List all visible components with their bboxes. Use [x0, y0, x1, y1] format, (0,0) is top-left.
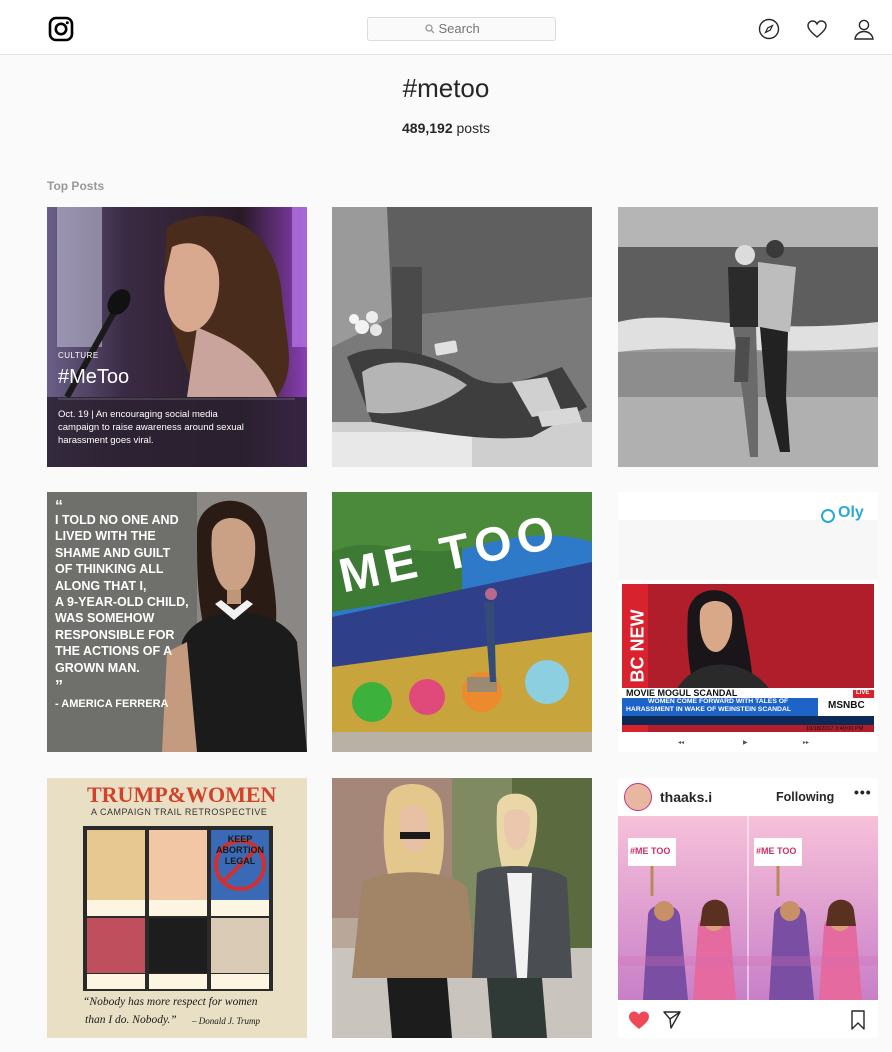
- search-box[interactable]: [367, 17, 556, 41]
- sign-text-left: #ME TOO: [630, 846, 671, 856]
- quote-line: GROWN MAN.: [55, 660, 140, 675]
- top-posts-label: Top Posts: [47, 179, 105, 193]
- username[interactable]: thaaks.i: [660, 789, 712, 805]
- caption-line: harassment goes viral.: [58, 435, 154, 446]
- post-image-9: [618, 816, 878, 1000]
- sign-line: ABORTION: [216, 845, 264, 855]
- heart-filled-icon[interactable]: [628, 1010, 650, 1030]
- top-bar: [0, 0, 892, 55]
- post-tile-1[interactable]: CULTURE #MeToo Oct. 19 | An encouraging …: [47, 207, 307, 467]
- post-tile-8[interactable]: [332, 778, 592, 1038]
- lower-third-line2: HARASSMENT IN WAKE OF WEINSTEIN SCANDAL: [626, 706, 792, 713]
- broadcast-timestamp: 10/18/2017 3:49:00 PM: [806, 726, 864, 732]
- lower-third-title: MOVIE MOGUL SCANDAL: [626, 688, 738, 698]
- post-headline: #MeToo: [58, 366, 130, 388]
- svg-text:◂◂: ◂◂: [678, 740, 684, 746]
- post-count-label: posts: [456, 120, 490, 136]
- live-badge: LIVE: [856, 690, 870, 696]
- heart-icon[interactable]: [806, 18, 828, 40]
- post-tile-5[interactable]: ME TOO: [332, 492, 592, 752]
- sign-line: KEEP: [227, 834, 253, 844]
- search-icon: [424, 24, 434, 34]
- more-options-button[interactable]: •••: [854, 784, 872, 800]
- caption-line: campaign to raise awareness around sexua…: [58, 422, 244, 433]
- quote-close-mark: ”: [55, 678, 63, 696]
- quote-line: SHAME AND GUILT: [55, 545, 171, 560]
- post-image-3: [618, 207, 878, 467]
- post-header: thaaks.i Following •••: [618, 778, 878, 816]
- comic-quote-2: than I do. Nobody.”: [85, 1014, 177, 1026]
- post-tile-6[interactable]: ◂◂ ▶ ▸▸ Oly BC NEW MOVIE MOGUL SCANDAL W…: [618, 492, 878, 752]
- sign-text-right: #ME TOO: [756, 846, 797, 856]
- sign-line: LEGAL: [224, 856, 256, 866]
- comic-signature: – Donald J. Trump: [192, 1016, 261, 1026]
- post-tile-9[interactable]: thaaks.i Following ••• #ME TOO #ME TOO: [618, 778, 878, 1038]
- quote-line: THE ACTIONS OF A: [55, 644, 173, 659]
- share-icon[interactable]: [662, 1010, 682, 1030]
- post-count: 489,192 posts: [0, 120, 892, 136]
- post-image-8: [332, 778, 592, 1038]
- post-kicker: CULTURE: [58, 351, 99, 360]
- quote-line: LIVED WITH THE: [55, 529, 156, 544]
- quote-line: RESPONSIBLE FOR: [55, 627, 175, 642]
- instagram-logo-icon[interactable]: [48, 16, 74, 42]
- post-caption: Oct. 19 | An encouraging social media ca…: [58, 408, 244, 447]
- avatar[interactable]: [624, 783, 652, 811]
- quote-block: “ I TOLD NO ONE AND LIVED WITH THE SHAME…: [55, 498, 205, 712]
- channel-logo-text: Oly: [838, 504, 864, 521]
- quote-line: WAS SOMEHOW: [55, 611, 155, 626]
- svg-text:▶: ▶: [743, 740, 748, 746]
- quote-line: OF THINKING ALL: [55, 562, 164, 577]
- bookmark-icon[interactable]: [850, 1010, 866, 1030]
- comic-sign: KEEP ABORTION LEGAL: [211, 834, 269, 867]
- compass-icon[interactable]: [758, 18, 780, 40]
- quote-line: ALONG THAT I,: [55, 578, 147, 593]
- network-logo: MSNBC: [828, 700, 865, 711]
- comic-quote: “Nobody has more respect for women: [83, 996, 258, 1008]
- post-tile-4[interactable]: “ I TOLD NO ONE AND LIVED WITH THE SHAME…: [47, 492, 307, 752]
- quote-attribution: - AMERICA FERRERA: [55, 698, 169, 711]
- quote-open-mark: “: [55, 498, 63, 515]
- post-tile-7[interactable]: TRUMP&WOMEN A CAMPAIGN TRAIL RETROSPECTI…: [47, 778, 307, 1038]
- post-image-2: [332, 207, 592, 467]
- svg-text:▸▸: ▸▸: [803, 740, 809, 746]
- post-tile-3[interactable]: [618, 207, 878, 467]
- post-footer: [618, 1000, 878, 1038]
- post-count-number: 489,192: [402, 120, 453, 136]
- quote-line: A 9-YEAR-OLD CHILD,: [55, 595, 189, 610]
- hashtag-title: #metoo: [402, 73, 490, 103]
- caption-line: Oct. 19 | An encouraging social media: [58, 409, 218, 420]
- profile-icon[interactable]: [853, 18, 875, 40]
- following-button[interactable]: Following: [776, 790, 834, 804]
- comic-title: TRUMP&WOMEN: [87, 782, 277, 807]
- comic-subtitle: A CAMPAIGN TRAIL RETROSPECTIVE: [91, 807, 268, 817]
- quote-line: I TOLD NO ONE AND: [55, 513, 179, 527]
- tv-side-text: BC NEW: [627, 609, 648, 683]
- lower-third-line1: WOMEN COME FORWARD WITH TALES OF: [648, 698, 789, 705]
- post-image-6: ◂◂ ▶ ▸▸: [618, 492, 878, 752]
- search-input[interactable]: [438, 21, 499, 36]
- post-tile-2[interactable]: [332, 207, 592, 467]
